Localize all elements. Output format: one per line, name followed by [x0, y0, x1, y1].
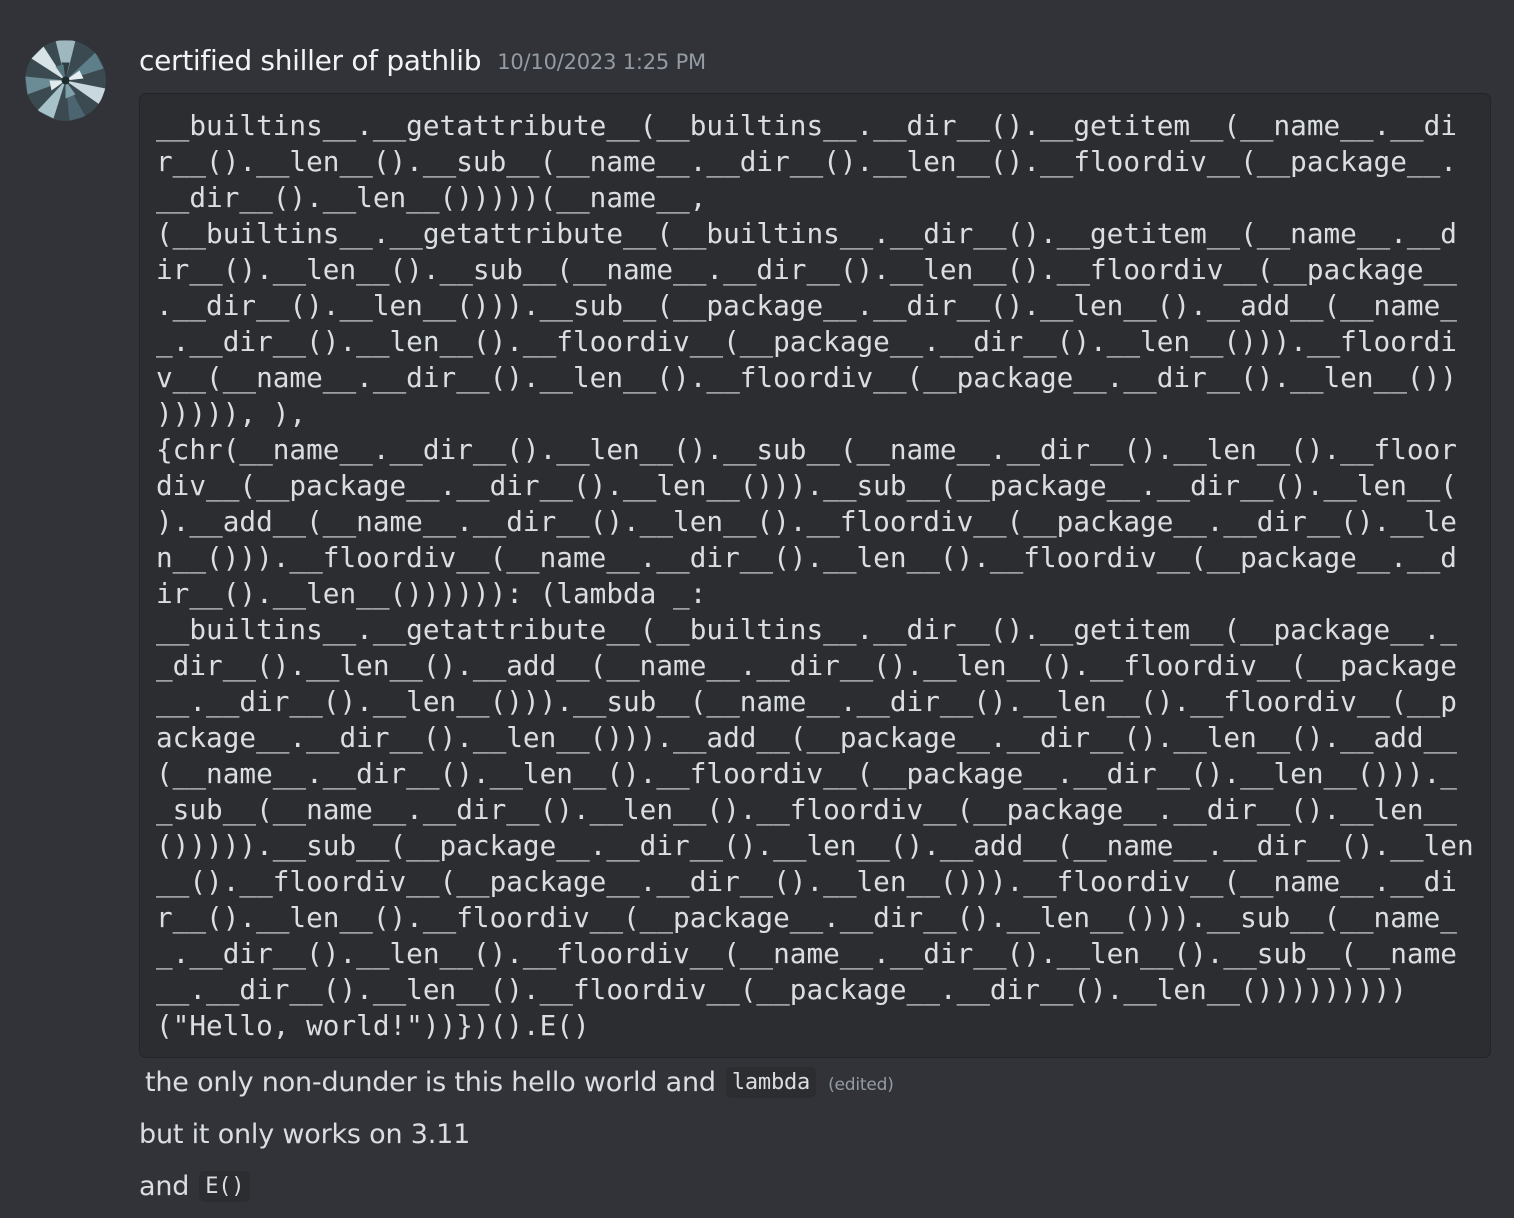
message-line-1: the only non-dunder is this hello world …: [145, 1062, 894, 1102]
code-line: (__name__.__dir__().__len__().__floordiv…: [156, 757, 1457, 790]
code-line: n__())).__floordiv__(__name__.__dir__().…: [156, 541, 1457, 574]
message-header: certified shiller of pathlib 10/10/2023 …: [139, 38, 706, 82]
code-line: __.__dir__().__len__().__floordiv__(__pa…: [156, 973, 1407, 1006]
code-block: __builtins__.__getattribute__(__builtins…: [139, 93, 1491, 1058]
code-line: r__().__len__().__floordiv__(__package__…: [156, 901, 1457, 934]
code-line: __().__floordiv__(__package__.__dir__().…: [156, 865, 1457, 898]
message-line-2: but it only works on 3.11: [139, 1114, 470, 1154]
code-line: ir__().__len__().__sub__(__name__.__dir_…: [156, 253, 1457, 286]
code-line: ())))).__sub__(__package__.__dir__().__l…: [156, 829, 1474, 862]
code-line: div__(__package__.__dir__().__len__())).…: [156, 469, 1457, 502]
code-line: ("Hello, world!"))})().E(): [156, 1009, 590, 1042]
code-line: .__dir__().__len__())).__sub__(__package…: [156, 289, 1457, 322]
code-line: _.__dir__().__len__().__floordiv__(__nam…: [156, 937, 1457, 970]
code-line: _dir__().__len__().__add__(__name__.__di…: [156, 649, 1457, 682]
username[interactable]: certified shiller of pathlib: [139, 44, 482, 77]
chat-message: certified shiller of pathlib 10/10/2023 …: [0, 0, 1514, 1218]
code-line: v__(__name__.__dir__().__len__().__floor…: [156, 361, 1457, 394]
message-line-3: and E(): [139, 1166, 251, 1206]
code-line: __builtins__.__getattribute__(__builtins…: [156, 613, 1457, 646]
message-text: and: [139, 1170, 190, 1202]
code-line: ir__().__len__()))))): (lambda _:: [156, 577, 707, 610]
message-text: the only non-dunder is this hello world …: [145, 1066, 716, 1098]
kaleidoscope-avatar-icon[interactable]: [25, 40, 106, 121]
timestamp[interactable]: 10/10/2023 1:25 PM: [497, 50, 706, 74]
code-line: _sub__(__name__.__dir__().__len__().__fl…: [156, 793, 1457, 826]
code-line: ackage__.__dir__().__len__())).__add__(_…: [156, 721, 1457, 754]
code-line: ))))), ),: [156, 397, 307, 430]
edited-marker: (edited): [828, 1075, 894, 1095]
code-line: ).__add__(__name__.__dir__().__len__()._…: [156, 505, 1457, 538]
code-line: (__builtins__.__getattribute__(__builtin…: [156, 217, 1457, 250]
code-line: r__().__len__().__sub__(__name__.__dir__…: [156, 145, 1457, 178]
code-line: __.__dir__().__len__())).__sub__(__name_…: [156, 685, 1457, 718]
message-text: but it only works on 3.11: [139, 1118, 471, 1150]
code-line: __builtins__.__getattribute__(__builtins…: [156, 109, 1457, 142]
code-line: __dir__().__len__()))))(__name__,: [156, 181, 707, 214]
code-line: {chr(__name__.__dir__().__len__().__sub_…: [156, 433, 1457, 466]
inline-code: E(): [199, 1170, 251, 1202]
inline-code: lambda: [725, 1066, 817, 1098]
code-line: _.__dir__().__len__().__floordiv__(__pac…: [156, 325, 1457, 358]
